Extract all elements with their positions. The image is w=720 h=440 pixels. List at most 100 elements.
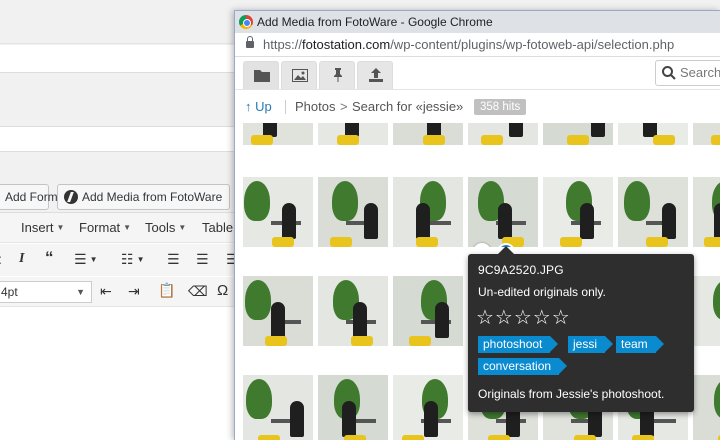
photo-thumbnail[interactable]: [393, 375, 463, 440]
special-character-icon[interactable]: Ω: [217, 282, 228, 299]
tooltip-status: Un-edited originals only.: [478, 285, 606, 299]
breadcrumb-photos[interactable]: Photos: [295, 91, 335, 123]
photo-thumbnail[interactable]: [618, 123, 688, 145]
add-form-button[interactable]: Add Form: [0, 184, 58, 210]
photo-thumbnail[interactable]: [543, 177, 613, 247]
chrome-logo-icon: [239, 15, 253, 29]
tab-folders[interactable]: [243, 61, 279, 89]
breadcrumb-search: Search for «jessie»: [352, 99, 464, 114]
bullet-list-icon[interactable]: ☰ ▼: [74, 251, 97, 268]
breadcrumb-separator: >: [340, 99, 348, 114]
photo-thumbnail[interactable]: [468, 123, 538, 145]
menu-tools[interactable]: Tools ▼: [145, 220, 186, 235]
blockquote-icon[interactable]: “: [45, 248, 54, 268]
photo-thumbnail[interactable]: [693, 177, 720, 247]
photo-thumbnail[interactable]: [243, 177, 313, 247]
tag[interactable]: team: [616, 336, 664, 353]
url-scheme: https://: [263, 37, 303, 52]
menu-format-label: Format: [79, 220, 121, 235]
up-link[interactable]: ↑ Up: [245, 91, 272, 123]
photo-thumbnail[interactable]: [468, 177, 538, 247]
menu-insert[interactable]: Insert ▼: [21, 220, 64, 235]
chevron-down-icon: ▼: [178, 223, 187, 232]
lock-icon: [246, 36, 254, 48]
add-media-fotoware-label: Add Media from FotoWare: [82, 190, 223, 204]
breadcrumb-divider: [285, 100, 286, 114]
fotoware-icon: [64, 190, 78, 204]
upload-icon: [369, 68, 383, 82]
asset-info-tooltip: 9C9A2520.JPG Un-edited originals only. ☆…: [468, 246, 694, 412]
tab-upload[interactable]: [357, 61, 393, 89]
wp-header-strip: [0, 0, 236, 44]
menu-table-label: Table: [202, 220, 234, 235]
hits-badge: 358 hits: [474, 99, 527, 115]
tinymce-editor: Insert▼ Format▼ Tools▼ Table : I “ ☰▼ ☷▼…: [0, 212, 239, 440]
toolbar-partial-icon[interactable]: :: [0, 251, 2, 267]
photo-thumbnail[interactable]: [393, 177, 463, 247]
tab-pinned[interactable]: [319, 61, 355, 89]
url-host: fotostation.com: [302, 37, 391, 52]
search-placeholder: Search: [680, 65, 720, 80]
address-bar[interactable]: https://fotostation.com/wp-content/plugi…: [235, 33, 720, 57]
window-title: Add Media from FotoWare - Google Chrome: [257, 15, 493, 29]
photo-thumbnail[interactable]: [318, 177, 388, 247]
fotoware-tab-bar: Search: [235, 58, 720, 90]
photo-thumbnail[interactable]: [543, 123, 613, 145]
editor-toolbar-1: : I “ ☰▼ ☷▼ ☰ ☰ ☰: [0, 244, 239, 276]
rating-stars[interactable]: ☆☆☆☆☆: [476, 308, 571, 328]
up-label: Up: [255, 99, 272, 114]
photo-thumbnail[interactable]: [318, 276, 388, 346]
tooltip-filename: 9C9A2520.JPG: [478, 263, 564, 277]
tag[interactable]: conversation: [478, 358, 568, 375]
search-input[interactable]: Search: [655, 60, 720, 86]
wp-panel: [0, 74, 236, 126]
editor-menubar: Insert ▼ Format ▼ Tools ▼ Table: [0, 213, 236, 243]
wp-spacer: [0, 152, 236, 182]
tag[interactable]: photoshoot: [478, 336, 559, 353]
chevron-down-icon: ▼: [56, 223, 65, 232]
menu-table[interactable]: Table: [202, 220, 233, 235]
menu-insert-label: Insert: [21, 220, 54, 235]
wp-permalink-field[interactable]: [0, 126, 236, 152]
folder-icon: [254, 70, 270, 82]
menu-format[interactable]: Format ▼: [79, 220, 131, 235]
chevron-down-icon: ▼: [123, 223, 132, 232]
font-size-select[interactable]: 4pt ▼: [0, 281, 92, 303]
photo-thumbnail[interactable]: [243, 123, 313, 145]
window-titlebar[interactable]: Add Media from FotoWare - Google Chrome: [235, 11, 720, 33]
photo-thumbnail[interactable]: [243, 276, 313, 346]
up-arrow-icon: ↑: [245, 99, 252, 114]
font-size-value: 4pt: [1, 285, 18, 299]
photo-thumbnail[interactable]: [393, 276, 463, 346]
chevron-down-icon: ▼: [76, 287, 85, 297]
image-icon: [292, 69, 308, 82]
tag[interactable]: jessi: [568, 336, 614, 353]
align-center-icon[interactable]: ☰: [196, 251, 209, 268]
align-left-icon[interactable]: ☰: [167, 251, 180, 268]
wp-title-field[interactable]: [0, 45, 236, 73]
tab-images[interactable]: [281, 61, 317, 89]
photo-thumbnail[interactable]: [693, 123, 720, 145]
photo-thumbnail[interactable]: [693, 375, 720, 440]
url-path: /wp-content/plugins/wp-fotoweb-api/selec…: [390, 37, 675, 52]
media-buttons-row: Add Form Add Media from FotoWare: [0, 182, 236, 212]
photo-thumbnail[interactable]: [618, 177, 688, 247]
photo-thumbnail[interactable]: [318, 375, 388, 440]
menu-tools-label: Tools: [145, 220, 176, 235]
add-media-fotoware-button[interactable]: Add Media from FotoWare: [57, 184, 230, 210]
tooltip-description: Originals from Jessie's photoshoot.: [478, 387, 665, 401]
photo-thumbnail[interactable]: [693, 276, 720, 346]
search-icon: [662, 66, 676, 80]
paste-text-icon[interactable]: 📋: [158, 282, 175, 299]
photo-thumbnail[interactable]: [243, 375, 313, 440]
breadcrumb: ↑ Up Photos > Search for «jessie» 358 hi…: [235, 91, 720, 123]
italic-icon[interactable]: I: [19, 251, 24, 267]
numbered-list-icon[interactable]: ☷ ▼: [121, 251, 144, 268]
photo-thumbnail[interactable]: [393, 123, 463, 145]
clear-formatting-icon[interactable]: ⌫: [188, 283, 208, 300]
photo-thumbnail[interactable]: [318, 123, 388, 145]
editor-toolbar-2: 4pt ▼ ⇤ ⇥ 📋 ⌫ Ω: [0, 277, 236, 307]
pin-icon: [334, 68, 342, 82]
outdent-icon[interactable]: ⇤: [100, 283, 112, 300]
indent-icon[interactable]: ⇥: [128, 283, 140, 300]
